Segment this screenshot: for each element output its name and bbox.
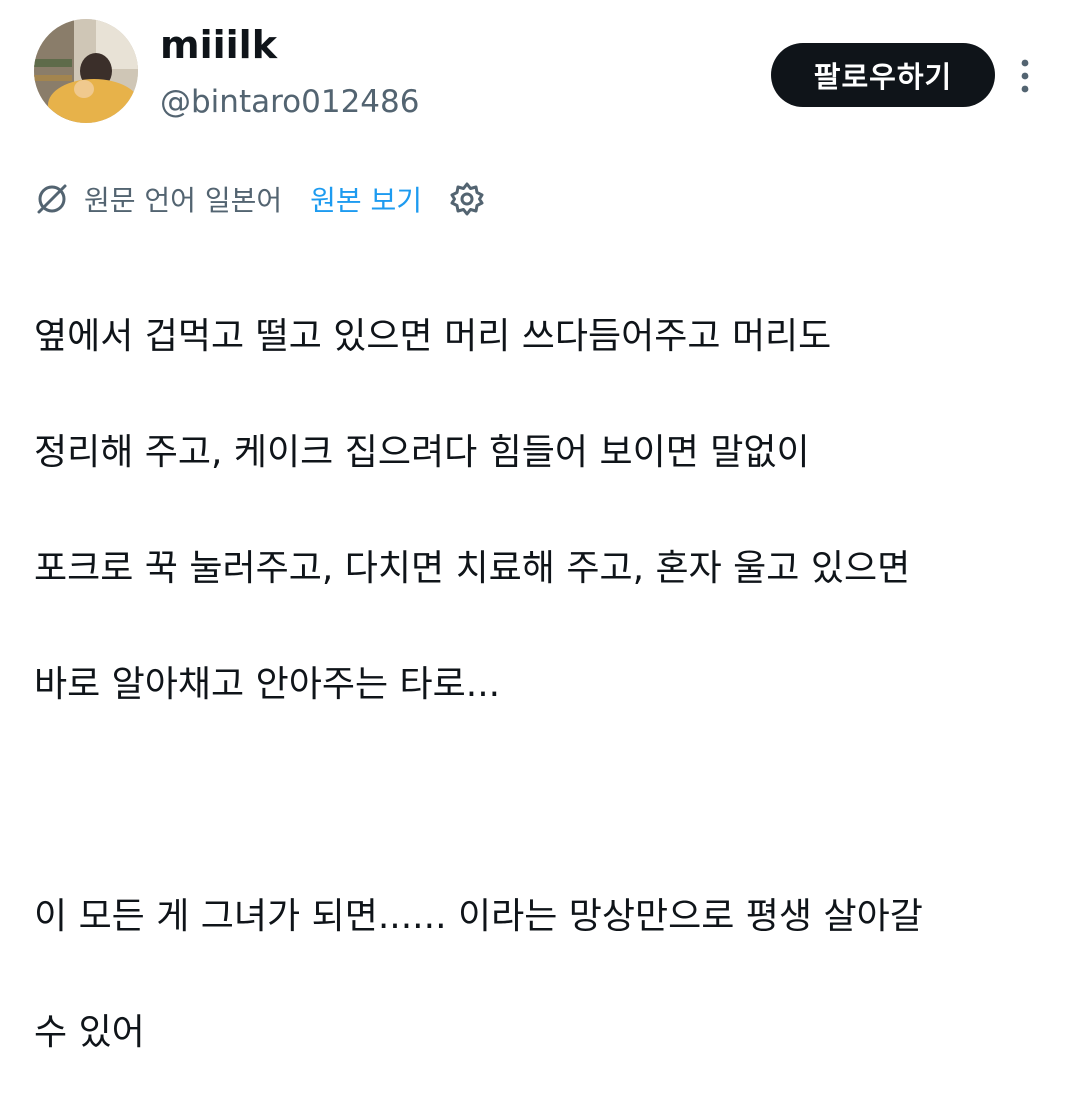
more-vertical-icon — [1021, 59, 1029, 93]
original-language-label: 원문 언어 일본어 — [84, 184, 283, 217]
tweet-line: 포크로 꾹 눌러주고, 다치면 치료해 주고, 혼자 울고 있으면 — [34, 548, 911, 589]
tweet-line: 옆에서 겁먹고 떨고 있으면 머리 쓰다듬어주고 머리도 — [34, 316, 832, 357]
tweet-text: 옆에서 겁먹고 떨고 있으면 머리 쓰다듬어주고 머리도 정리해 주고, 케이크… — [34, 250, 1054, 1120]
user-handle[interactable]: @bintaro012486 — [160, 82, 419, 122]
show-original-link[interactable]: 원본 보기 — [310, 179, 422, 219]
avatar[interactable] — [34, 19, 138, 123]
tweet-line: 이 모든 게 그녀가 되면...... 이라는 망상만으로 평생 살아갈 — [34, 896, 923, 937]
gear-icon[interactable] — [448, 180, 486, 218]
avatar-image — [34, 19, 138, 123]
translate-icon — [34, 181, 70, 217]
tweet-line: 바로 알아채고 안아주는 타로... — [34, 664, 501, 705]
more-options-button[interactable] — [1010, 52, 1040, 100]
follow-button[interactable]: 팔로우하기 — [771, 43, 995, 107]
display-name[interactable]: miiilk — [160, 22, 277, 68]
translation-bar: 원문 언어 일본어 원본 보기 — [34, 176, 486, 222]
tweet-line: 정리해 주고, 케이크 집으려다 힘들어 보이면 말없이 — [34, 432, 810, 473]
tweet-line: 수 있어 — [34, 1012, 145, 1053]
